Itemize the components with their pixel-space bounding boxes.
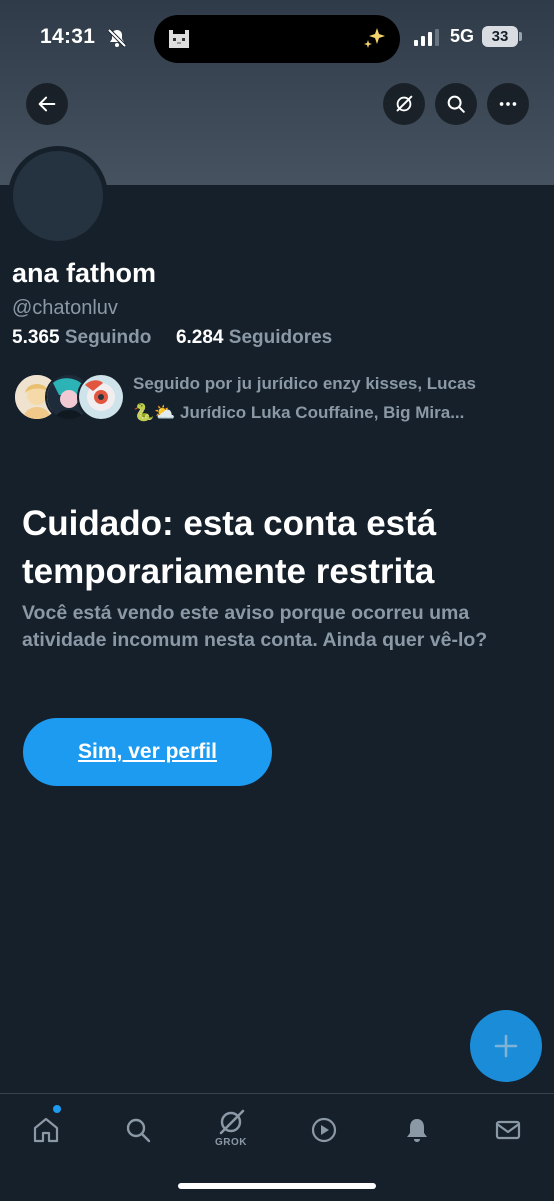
home-indicator <box>178 1183 376 1189</box>
following-count: 5.365 <box>12 327 60 348</box>
followers-label: Seguidores <box>228 327 333 348</box>
pixel-cat-icon <box>169 30 189 48</box>
dynamic-island <box>154 15 400 63</box>
status-bar: 14:31 5G 33 <box>0 0 554 76</box>
following-label: Seguindo <box>64 327 152 348</box>
follower-avatar <box>77 373 125 421</box>
play-circle-icon <box>311 1117 337 1143</box>
search-button[interactable] <box>435 83 477 125</box>
search-icon <box>447 95 465 113</box>
tab-home[interactable] <box>26 1110 66 1150</box>
profile-avatar[interactable] <box>13 151 103 241</box>
home-icon <box>33 1117 59 1143</box>
envelope-icon <box>495 1120 521 1140</box>
profile-handle: @chatonluv <box>12 297 118 319</box>
home-unread-dot <box>53 1105 61 1113</box>
battery-tip <box>519 32 522 41</box>
restriction-warning-title: Cuidado: esta conta está temporariamente… <box>22 504 437 591</box>
more-options-button[interactable] <box>487 83 529 125</box>
tab-messages[interactable] <box>488 1110 528 1150</box>
tab-search[interactable] <box>118 1110 158 1150</box>
profile-name: ana fathom <box>12 258 157 288</box>
tab-notifications[interactable] <box>397 1110 437 1150</box>
bell-slash-icon <box>107 28 127 48</box>
followers-count: 6.284 <box>175 327 224 348</box>
network-type: 5G <box>450 26 475 46</box>
view-profile-button[interactable]: Sim, ver perfil <box>23 718 272 786</box>
tab-grok[interactable] <box>211 1102 251 1142</box>
grok-icon <box>396 95 413 112</box>
grok-icon <box>219 1109 245 1135</box>
followed-by-line: Seguido por ju jurídico enzy kisses, Luc… <box>133 374 476 393</box>
cellular-signal-icon <box>414 29 439 46</box>
followed-by-text[interactable]: Seguido por ju jurídico enzy kisses, Luc… <box>133 369 533 427</box>
followers-link[interactable]: 6.284 Seguidores <box>176 327 332 348</box>
search-icon <box>126 1118 151 1143</box>
arrow-left-icon <box>38 96 56 112</box>
plus-icon <box>494 1034 518 1058</box>
grok-button[interactable] <box>383 83 425 125</box>
more-horizontal-icon <box>499 102 517 106</box>
tab-video[interactable] <box>304 1110 344 1150</box>
profile-stats: 5.365 Seguindo 6.284 Seguidores <box>12 327 332 349</box>
followed-by-line: 🐍⛅ Jurídico Luka Couffaine, Big Mira... <box>133 403 465 422</box>
status-time: 14:31 <box>40 25 96 48</box>
back-button[interactable] <box>26 83 68 125</box>
restriction-warning-body: Você está vendo este aviso porque ocorre… <box>22 602 488 651</box>
bell-icon <box>407 1119 427 1142</box>
sparkle-icon <box>364 28 385 48</box>
battery-level: 33 <box>482 26 518 47</box>
following-link[interactable]: 5.365 Seguindo <box>12 327 157 348</box>
tab-grok-label: GROK <box>215 1137 247 1148</box>
compose-post-button[interactable] <box>470 1010 542 1082</box>
